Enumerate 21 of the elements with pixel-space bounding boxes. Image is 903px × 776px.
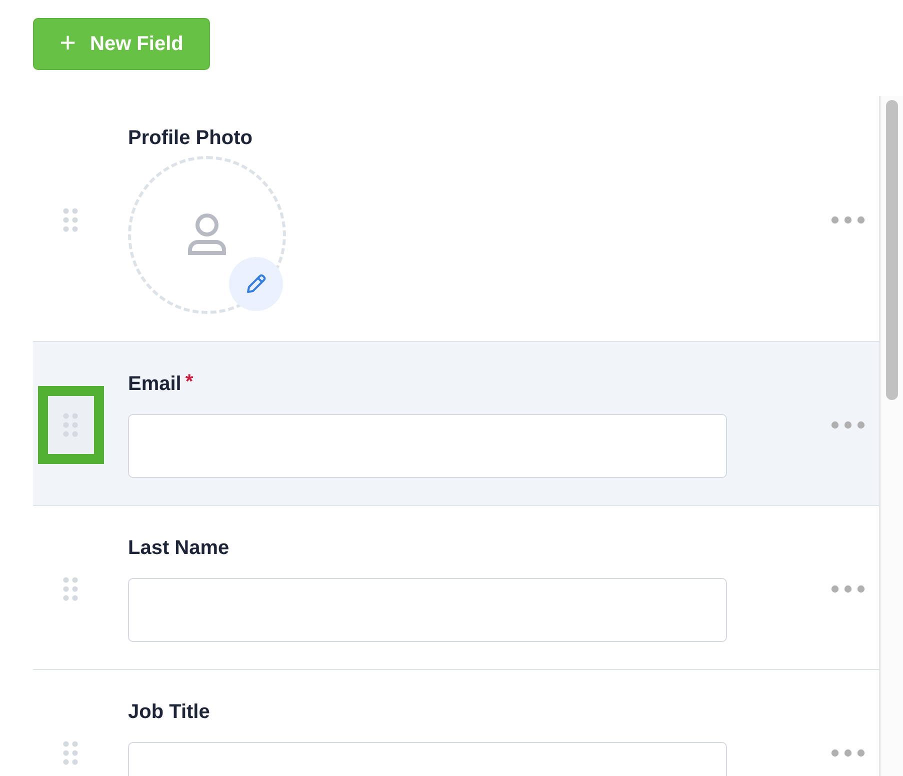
field-row[interactable]: Email * <box>33 342 880 506</box>
scrollbar-thumb[interactable] <box>886 100 898 400</box>
text-input-field[interactable] <box>128 414 727 478</box>
drag-handle-icon[interactable] <box>63 208 79 232</box>
field-label: Job Title <box>128 700 210 724</box>
field-label: Last Name <box>128 536 230 560</box>
more-options-icon[interactable] <box>831 421 865 429</box>
plus-icon: + <box>60 28 76 56</box>
drag-handle-icon[interactable] <box>63 577 79 601</box>
edit-photo-button[interactable] <box>229 257 283 311</box>
more-options-icon[interactable] <box>831 585 865 593</box>
scrollbar[interactable] <box>880 96 903 776</box>
field-label: Profile Photo <box>128 126 252 150</box>
text-input-field[interactable] <box>128 578 727 642</box>
person-icon <box>187 213 227 257</box>
required-mark: * <box>185 372 194 395</box>
pencil-icon <box>245 273 267 295</box>
drag-handle-icon[interactable] <box>63 741 79 765</box>
field-label: Email <box>128 372 182 396</box>
more-options-icon[interactable] <box>831 216 865 224</box>
more-options-icon[interactable] <box>831 749 865 757</box>
